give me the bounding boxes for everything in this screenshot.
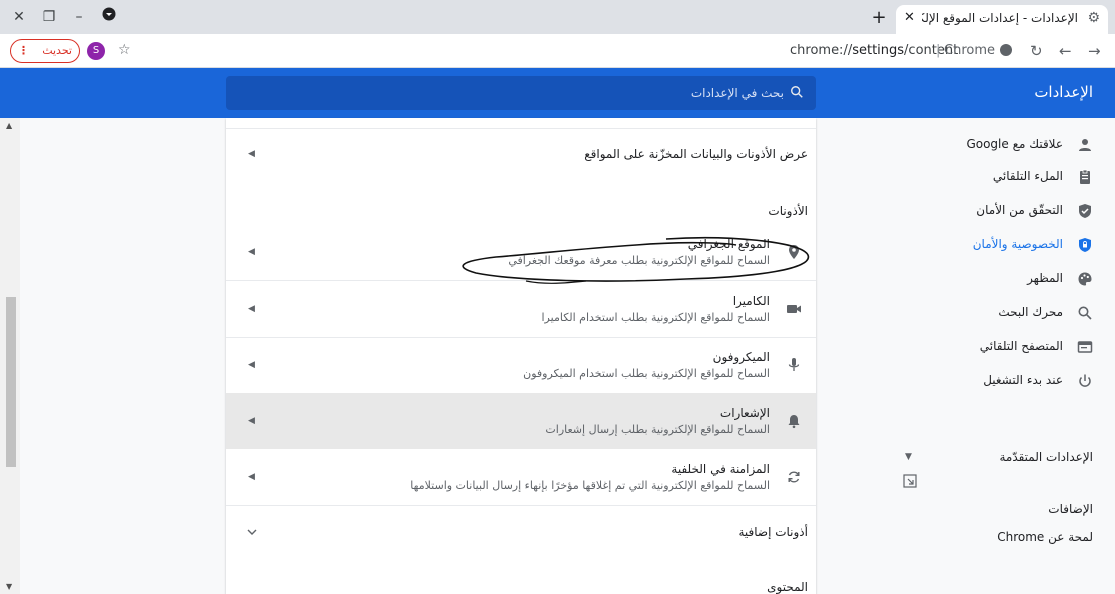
tab-title: الإعدادات - إعدادات الموقع الإلكتروني xyxy=(922,11,1078,25)
arrow-left-icon[interactable]: ◀ xyxy=(248,416,255,426)
arrow-left-icon[interactable]: ◀ xyxy=(248,149,255,159)
more-permissions-row[interactable]: أذونات إضافية xyxy=(226,506,816,558)
power-icon xyxy=(1079,374,1091,387)
bookmark-star-icon[interactable]: ☆ xyxy=(118,42,131,58)
sidebar-item-on-startup[interactable]: عند بدء التشغيل xyxy=(885,366,1115,398)
row-title: عرض الأذونات والبيانات المخزّنة على المو… xyxy=(584,147,808,161)
arrow-left-icon[interactable]: ◀ xyxy=(248,360,255,370)
update-label: تحديث xyxy=(42,44,72,57)
sidebar-item-search-engine[interactable]: محرك البحث xyxy=(885,298,1115,330)
sync-icon xyxy=(788,471,800,483)
sidebar-item-label: المتصفح التلقائي xyxy=(979,339,1063,353)
permission-title: الميكروفون xyxy=(712,350,770,364)
settings-search[interactable] xyxy=(226,76,816,110)
sidebar-item-label: الملء التلقائي xyxy=(992,169,1063,183)
forward-icon[interactable]: ← xyxy=(1059,42,1072,60)
sidebar-item-label: عند بدء التشغيل xyxy=(983,373,1063,387)
permission-row-microphone[interactable]: الميكروفون السماح للمواقع الإلكترونية بط… xyxy=(226,338,816,393)
browser-icon xyxy=(1077,341,1093,353)
sidebar-item-google[interactable]: علاقتك مع Google xyxy=(885,130,1115,162)
sidebar-extensions[interactable]: الإضافات xyxy=(1048,502,1093,516)
section-heading: الأذونات xyxy=(768,204,808,218)
permission-subtitle: السماح للمواقع الإلكترونية بطلب إرسال إش… xyxy=(545,423,770,436)
window-close-icon[interactable]: ✕ xyxy=(8,7,30,27)
permission-title: المزامنة في الخلفية xyxy=(671,462,770,476)
arrow-left-icon[interactable]: ◀ xyxy=(248,304,255,314)
person-icon xyxy=(1079,139,1091,151)
scroll-down-arrow-icon[interactable]: ▼ xyxy=(6,582,12,591)
avatar[interactable]: S xyxy=(87,42,105,60)
sidebar-item-appearance[interactable]: المظهر xyxy=(885,264,1115,296)
arrow-left-icon[interactable]: ◀ xyxy=(248,247,255,257)
sidebar-advanced[interactable]: الإعدادات المتقدّمة xyxy=(999,450,1093,464)
sidebar-item-label: علاقتك مع Google xyxy=(966,137,1063,151)
window-restore-icon[interactable]: ❐ xyxy=(38,7,60,27)
view-permissions-row[interactable]: عرض الأذونات والبيانات المخزّنة على المو… xyxy=(226,128,816,180)
permission-title: الكاميرا xyxy=(732,294,770,308)
scroll-up-arrow-icon[interactable]: ▲ xyxy=(6,121,12,130)
palette-icon xyxy=(1078,272,1092,286)
bell-icon xyxy=(788,415,800,429)
permission-subtitle: السماح للمواقع الإلكترونية بطلب استخدام … xyxy=(523,367,770,380)
sidebar-item-safety-check[interactable]: التحقّق من الأمان xyxy=(885,196,1115,228)
tab-close-icon[interactable]: ✕ xyxy=(904,10,915,25)
search-icon xyxy=(1078,306,1092,320)
tab-search-icon[interactable] xyxy=(98,7,120,27)
chrome-icon xyxy=(1000,44,1012,56)
sidebar-item-label: محرك البحث xyxy=(998,305,1063,319)
search-input[interactable] xyxy=(266,83,786,103)
section-heading: المحتوى xyxy=(767,580,808,594)
shield-lock-icon xyxy=(1079,238,1091,252)
permission-row-background-sync[interactable]: المزامنة في الخلفية السماح للمواقع الإلك… xyxy=(226,449,816,505)
settings-gear-icon: ⚙ xyxy=(1087,10,1100,26)
sidebar: علاقتك مع Google الملء التلقائي التحقّق … xyxy=(885,118,1115,594)
chevron-down-icon[interactable]: ▼ xyxy=(905,452,912,462)
window-minimize-icon[interactable]: – xyxy=(68,7,90,27)
omnibox-url[interactable]: chrome://settings/content xyxy=(790,43,958,58)
shield-check-icon xyxy=(1079,204,1091,218)
update-button[interactable]: تحديث ⋮ xyxy=(10,39,80,63)
url-bold: settings xyxy=(852,43,905,58)
new-tab-button[interactable]: + xyxy=(869,8,889,28)
browser-toolbar: تحديث ⋮ S ☆ chrome://settings/content | … xyxy=(0,34,1115,68)
sidebar-about[interactable]: لمحة عن Chrome xyxy=(997,530,1093,544)
permission-subtitle: السماح للمواقع الإلكترونية بطلب استخدام … xyxy=(541,311,771,324)
sidebar-item-label: التحقّق من الأمان xyxy=(976,203,1063,217)
sidebar-item-autofill[interactable]: الملء التلقائي xyxy=(885,162,1115,194)
omnibox-separator: | xyxy=(936,43,941,58)
divider xyxy=(226,128,816,129)
back-icon[interactable]: → xyxy=(1088,42,1101,60)
open-in-new-icon[interactable] xyxy=(903,474,917,488)
scrollbar-thumb[interactable] xyxy=(6,297,16,467)
active-tab[interactable]: ⚙ الإعدادات - إعدادات الموقع الإلكتروني … xyxy=(896,5,1108,34)
url-host: chrome:// xyxy=(790,43,853,58)
hand-drawn-annotation xyxy=(462,237,809,284)
row-title: أذونات إضافية xyxy=(738,525,808,539)
permission-row-notifications[interactable]: الإشعارات السماح للمواقع الإلكترونية بطل… xyxy=(226,393,816,449)
sidebar-item-privacy[interactable]: الخصوصية والأمان xyxy=(885,230,1115,262)
microphone-icon xyxy=(788,358,800,371)
omnibox-chrome-label: Chrome xyxy=(944,43,995,58)
menu-dots-icon: ⋮ xyxy=(18,44,29,57)
permission-subtitle: السماح للمواقع الإلكترونية التي تم إغلاق… xyxy=(410,479,770,492)
sidebar-item-label: الخصوصية والأمان xyxy=(972,237,1063,251)
clipboard-icon xyxy=(1080,169,1090,184)
reload-icon[interactable]: ↻ xyxy=(1030,42,1043,60)
sidebar-item-default-browser[interactable]: المتصفح التلقائي xyxy=(885,332,1115,364)
arrow-left-icon[interactable]: ◀ xyxy=(248,472,255,482)
permission-title: الإشعارات xyxy=(719,406,770,420)
page-title: الإعدادات xyxy=(1034,83,1093,101)
camera-icon xyxy=(787,305,801,313)
sidebar-item-label: المظهر xyxy=(1027,271,1063,285)
settings-header: الإعدادات xyxy=(0,68,1115,118)
tab-strip: ✕ ❐ – + ⚙ الإعدادات - إعدادات الموقع الإ… xyxy=(0,0,1115,34)
settings-card: عرض الأذونات والبيانات المخزّنة على المو… xyxy=(226,118,816,594)
search-icon xyxy=(791,86,803,98)
chevron-down-icon[interactable] xyxy=(246,527,258,537)
